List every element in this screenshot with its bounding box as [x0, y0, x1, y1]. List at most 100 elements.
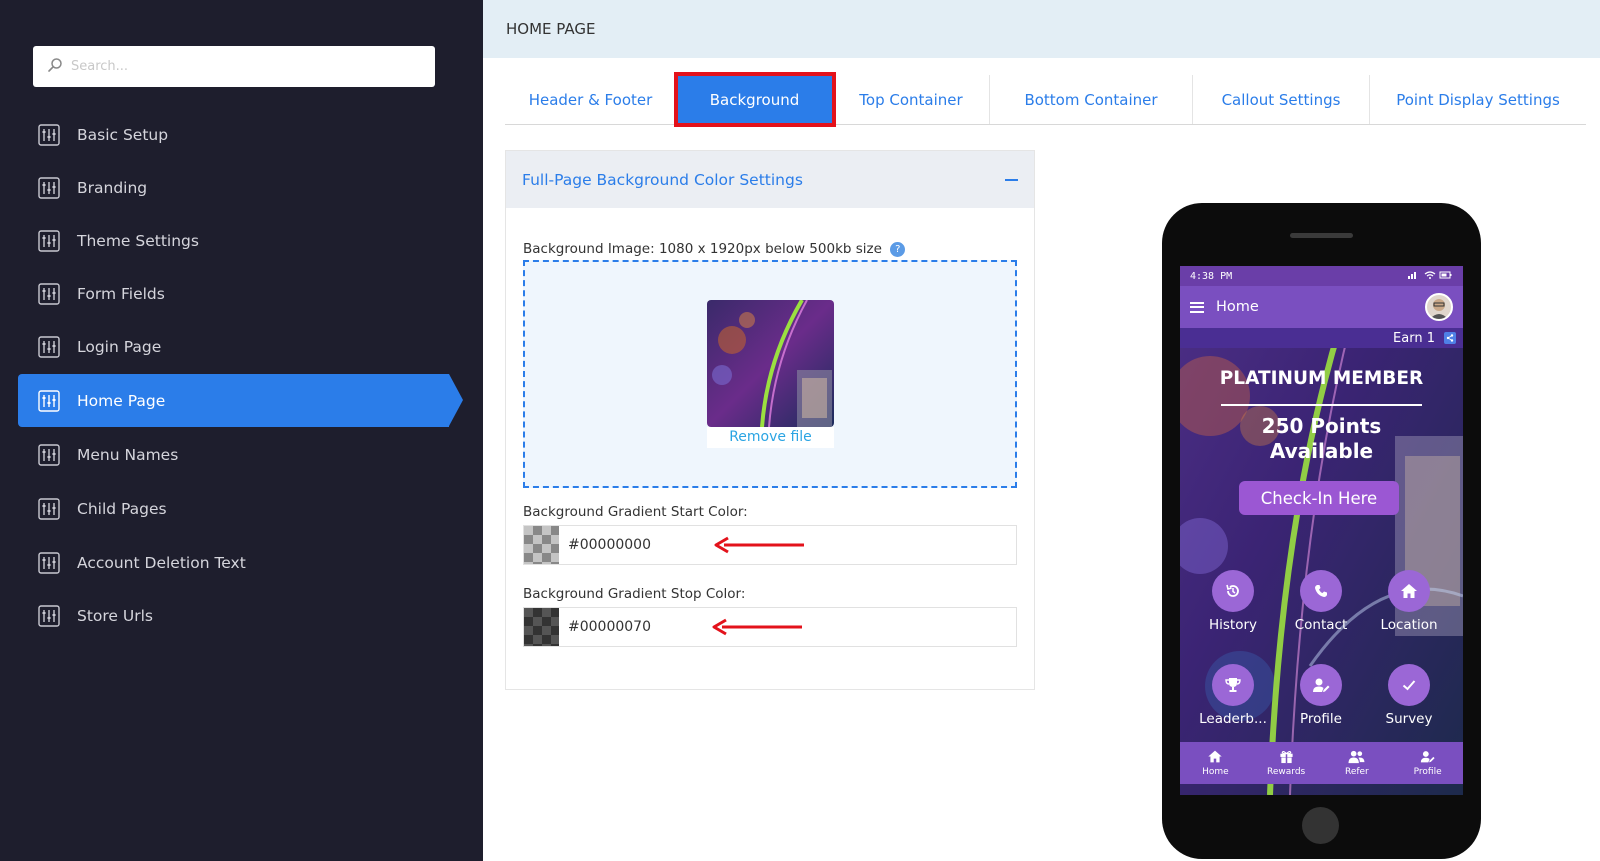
search-input[interactable]	[71, 59, 411, 74]
bottom-nav-label: Home	[1202, 767, 1229, 777]
tile-location[interactable]: Location	[1364, 570, 1454, 633]
avatar[interactable]	[1425, 293, 1453, 321]
sidebar-item-account-deletion-text[interactable]: Account Deletion Text	[18, 536, 449, 589]
user-edit-icon	[1420, 751, 1435, 763]
tab-point-display-settings[interactable]: Point Display Settings	[1370, 75, 1586, 124]
tile-label: Profile	[1300, 711, 1342, 727]
sidebar-item-menu-names[interactable]: Menu Names	[18, 428, 449, 481]
home-icon	[1388, 570, 1430, 612]
sidebar-item-store-urls[interactable]: Store Urls	[18, 589, 449, 642]
menu-icon[interactable]	[1190, 301, 1204, 313]
search-box[interactable]	[33, 46, 435, 87]
sidebar-item-home-page[interactable]: Home Page	[18, 374, 463, 427]
sliders-icon	[38, 335, 60, 358]
sliders-icon	[38, 497, 60, 520]
member-tier: PLATINUM MEMBER	[1219, 368, 1424, 389]
bottom-nav-home[interactable]: Home	[1180, 742, 1251, 784]
tile-label: Survey	[1385, 711, 1433, 727]
tile-label: History	[1208, 617, 1258, 633]
help-icon[interactable]: ?	[890, 241, 906, 257]
phone-screen: 4:38 PM Home Earn 1 PLATINUM MEMBER 250 …	[1180, 266, 1463, 795]
sidebar-item-label: Theme Settings	[77, 231, 199, 250]
sidebar-item-label: Home Page	[77, 391, 166, 410]
tile-label: Contact	[1294, 617, 1348, 633]
tile-contact[interactable]: Contact	[1276, 570, 1366, 633]
tab-callout-settings[interactable]: Callout Settings	[1193, 75, 1370, 124]
sidebar-item-branding[interactable]: Branding	[18, 161, 449, 214]
status-time: 4:38 PM	[1190, 270, 1233, 282]
sidebar-item-label: Account Deletion Text	[77, 553, 246, 572]
points-line-1: 250 Points	[1261, 414, 1382, 438]
stop-color-field[interactable]	[523, 607, 1017, 647]
sidebar-item-form-fields[interactable]: Form Fields	[18, 267, 449, 320]
phone-status-bar: 4:38 PM	[1180, 266, 1463, 286]
sidebar-item-basic-setup[interactable]: Basic Setup	[18, 108, 449, 161]
tile-label: Leaderb...	[1199, 711, 1267, 727]
bg-image-label: Background Image: 1080 x 1920px below 50…	[523, 241, 882, 257]
phone-home-button	[1302, 807, 1339, 844]
tab-header-footer[interactable]: Header & Footer	[505, 75, 677, 124]
share-icon[interactable]	[1444, 332, 1456, 344]
stop-color-label: Background Gradient Stop Color:	[523, 586, 746, 602]
sliders-icon	[38, 551, 60, 574]
phone-speaker	[1290, 233, 1353, 238]
check-in-button[interactable]: Check-In Here	[1239, 481, 1399, 515]
sidebar-item-login-page[interactable]: Login Page	[18, 320, 449, 373]
page-header: HOME PAGE	[483, 0, 1600, 58]
tile-leaderboard[interactable]: Leaderb...	[1188, 664, 1278, 727]
phone-bottom-nav: Home Rewards Refer Profile	[1180, 742, 1463, 784]
app-root: Basic Setup Branding Theme Settings Form…	[0, 0, 1600, 861]
sliders-icon	[38, 176, 60, 199]
stop-color-input[interactable]	[568, 619, 668, 635]
user-edit-icon	[1300, 664, 1342, 706]
sidebar-item-theme-settings[interactable]: Theme Settings	[18, 214, 449, 267]
arrow-left-icon	[712, 618, 802, 636]
home-icon	[1208, 750, 1223, 763]
bottom-nav-label: Rewards	[1267, 767, 1306, 777]
tab-bottom-container[interactable]: Bottom Container	[990, 75, 1193, 124]
tile-profile[interactable]: Profile	[1276, 664, 1366, 727]
bottom-nav-profile[interactable]: Profile	[1392, 742, 1463, 784]
tile-history[interactable]: History	[1188, 570, 1278, 633]
tab-background[interactable]: Background	[674, 72, 836, 127]
tab-top-container[interactable]: Top Container	[833, 75, 990, 124]
sliders-icon	[38, 229, 60, 252]
image-dropzone[interactable]: Remove file	[523, 260, 1017, 488]
bottom-nav-label: Profile	[1413, 767, 1442, 777]
points-line-2: Available	[1269, 439, 1374, 463]
start-color-input[interactable]	[568, 537, 668, 553]
status-icons	[1407, 270, 1453, 283]
sidebar: Basic Setup Branding Theme Settings Form…	[0, 0, 483, 861]
sidebar-item-label: Child Pages	[77, 499, 167, 518]
panel-header[interactable]: Full-Page Background Color Settings	[506, 151, 1034, 208]
users-icon	[1348, 750, 1365, 764]
bg-image-label-row: Background Image: 1080 x 1920px below 50…	[523, 241, 906, 257]
tier-divider	[1221, 404, 1422, 406]
phone-icon	[1300, 570, 1342, 612]
sidebar-item-label: Basic Setup	[77, 125, 169, 144]
sliders-icon	[38, 123, 60, 146]
stop-color-swatch[interactable]	[524, 608, 559, 646]
sidebar-item-child-pages[interactable]: Child Pages	[18, 482, 449, 535]
sidebar-item-label: Branding	[77, 178, 148, 197]
start-color-swatch[interactable]	[524, 526, 559, 564]
sliders-icon	[38, 282, 60, 305]
check-icon	[1388, 664, 1430, 706]
page-title: HOME PAGE	[506, 20, 596, 38]
earn-text: Earn 1	[1393, 330, 1435, 346]
start-color-label: Background Gradient Start Color:	[523, 504, 748, 520]
bottom-nav-rewards[interactable]: Rewards	[1251, 742, 1322, 784]
bottom-nav-refer[interactable]: Refer	[1322, 742, 1393, 784]
tab-bar: Header & Footer Background Top Container…	[505, 72, 1586, 127]
sliders-icon	[38, 604, 60, 627]
background-image-thumbnail	[707, 300, 834, 427]
collapse-icon[interactable]	[1005, 178, 1018, 181]
remove-file-link[interactable]: Remove file	[707, 427, 834, 448]
start-color-field[interactable]	[523, 525, 1017, 565]
tile-survey[interactable]: Survey	[1364, 664, 1454, 727]
earn-bar: Earn 1	[1180, 328, 1463, 348]
sidebar-item-label: Form Fields	[77, 284, 165, 303]
history-icon	[1212, 570, 1254, 612]
points-available: 250 Points Available	[1180, 414, 1463, 464]
tile-label: Location	[1380, 617, 1438, 633]
